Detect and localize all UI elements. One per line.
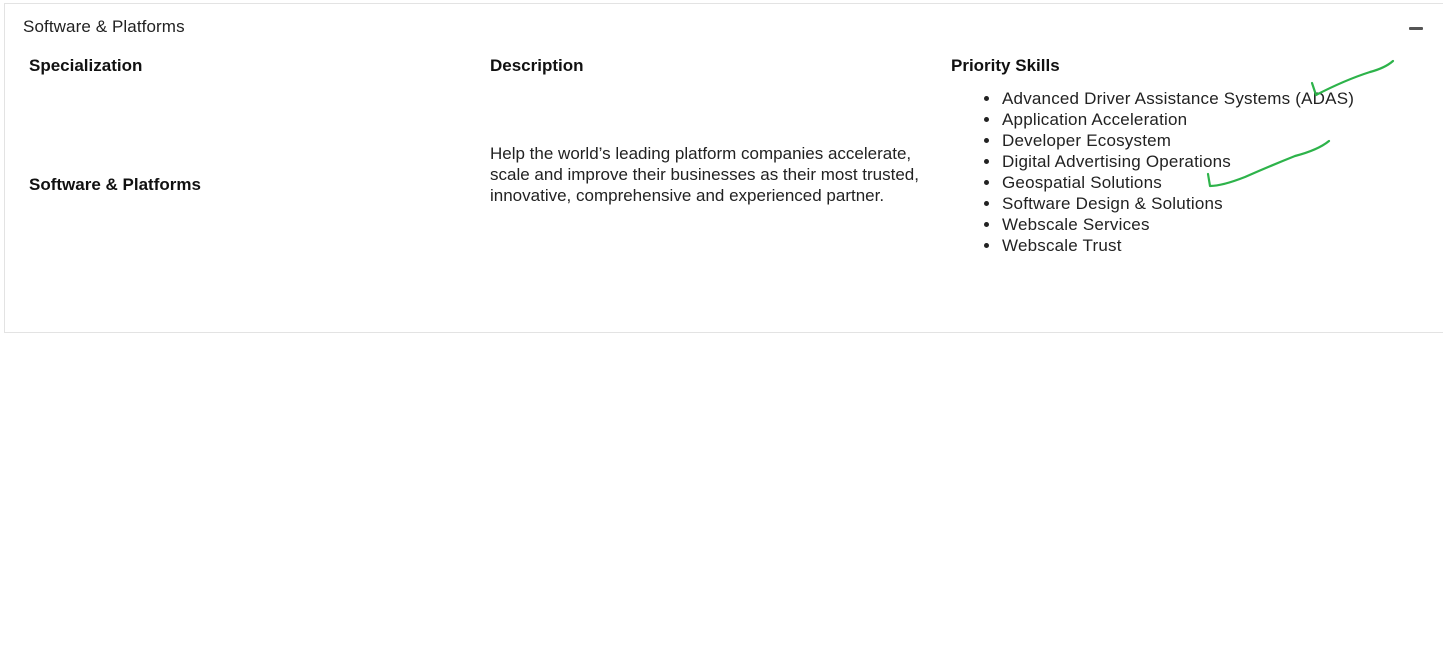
skill-item: Geospatial Solutions (1001, 172, 1354, 193)
accordion-panel: Software & Platforms Specialization Desc… (4, 3, 1443, 333)
skill-item: Webscale Trust (1001, 235, 1354, 256)
skill-item: Developer Ecosystem (1001, 130, 1354, 151)
column-header-priority-skills: Priority Skills (951, 56, 1060, 75)
priority-skills-list: Advanced Driver Assistance Systems (ADAS… (983, 88, 1354, 256)
skill-item: Application Acceleration (1001, 109, 1354, 130)
accordion-title[interactable]: Software & Platforms (23, 17, 185, 37)
skill-item: Advanced Driver Assistance Systems (ADAS… (1001, 88, 1354, 109)
skill-item: Webscale Services (1001, 214, 1354, 235)
description-cell: Help the world’s leading platform compan… (490, 144, 919, 205)
specialization-cell: Software & Platforms (29, 175, 201, 194)
skill-item: Digital Advertising Operations (1001, 151, 1354, 172)
minus-icon[interactable] (1406, 19, 1426, 39)
skill-item: Software Design & Solutions (1001, 193, 1354, 214)
column-header-specialization: Specialization (29, 56, 143, 75)
accordion-header[interactable]: Software & Platforms (5, 4, 1443, 48)
column-header-description: Description (490, 56, 584, 75)
minus-icon-bar (1409, 27, 1423, 30)
